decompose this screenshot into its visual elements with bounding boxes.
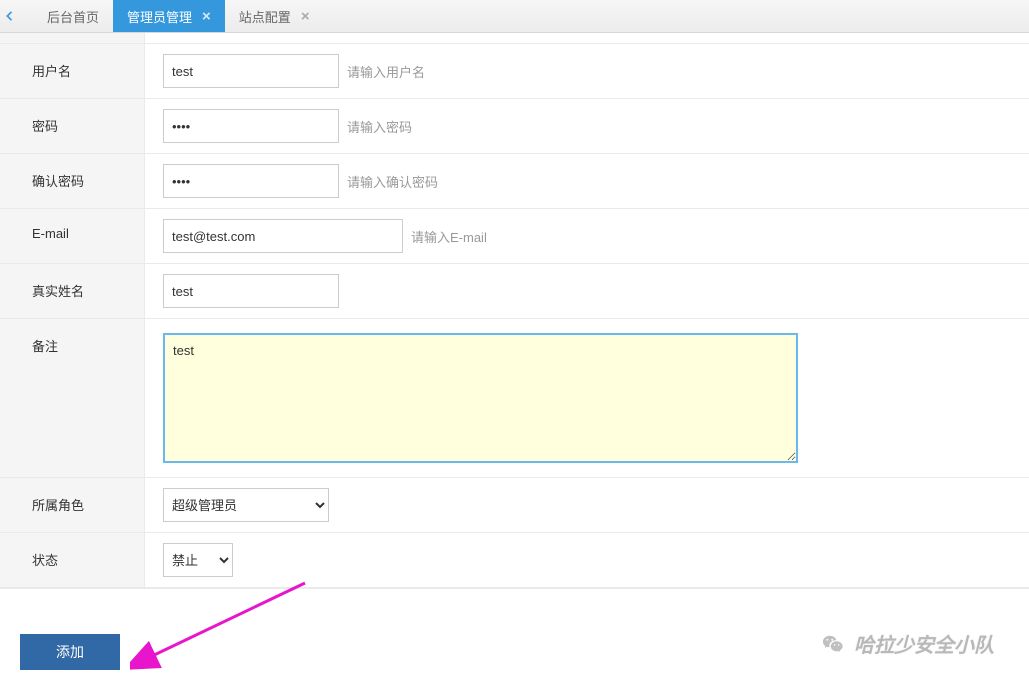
username-input[interactable]	[163, 54, 339, 88]
tabs-container: 后台首页 管理员管理 × 站点配置 ×	[33, 0, 324, 32]
realname-input[interactable]	[163, 274, 339, 308]
form-content: 超级管理员	[145, 478, 1029, 532]
form-row-realname: 真实姓名	[0, 263, 1029, 318]
tab-label: 后台首页	[47, 7, 99, 26]
confirm-password-input[interactable]	[163, 164, 339, 198]
email-input[interactable]	[163, 219, 403, 253]
watermark-text: 哈拉少安全小队	[854, 629, 994, 658]
form-label: 用户名	[0, 44, 145, 98]
close-icon[interactable]: ×	[202, 9, 211, 24]
form-content: 请输入密码	[145, 99, 1029, 153]
admin-form: 用户名 请输入用户名 密码 请输入密码 确认密码 请输入确认密码 E-mail …	[0, 33, 1029, 589]
form-content	[145, 264, 1029, 318]
tab-admin-manage[interactable]: 管理员管理 ×	[113, 0, 225, 32]
form-label: 状态	[0, 533, 145, 587]
tab-dashboard[interactable]: 后台首页	[33, 0, 113, 32]
field-hint: 请输入密码	[347, 117, 412, 136]
form-content-fragment	[145, 33, 1029, 43]
form-content: 请输入用户名	[145, 44, 1029, 98]
tab-label: 管理员管理	[127, 7, 192, 26]
form-label: 真实姓名	[0, 264, 145, 318]
role-select[interactable]: 超级管理员	[163, 488, 329, 522]
watermark: 哈拉少安全小队	[822, 629, 994, 658]
form-content: 请输入E-mail	[145, 209, 1029, 263]
form-row-header-fragment	[0, 33, 1029, 43]
sidebar-collapse-toggle[interactable]	[0, 0, 18, 32]
remark-textarea[interactable]	[163, 333, 798, 463]
chevron-left-icon	[5, 11, 13, 21]
form-row-status: 状态 禁止	[0, 532, 1029, 587]
field-hint: 请输入E-mail	[411, 227, 487, 246]
submit-button[interactable]: 添加	[20, 634, 120, 670]
form-row-password: 密码 请输入密码	[0, 98, 1029, 153]
form-row-confirm-password: 确认密码 请输入确认密码	[0, 153, 1029, 208]
form-label-fragment	[0, 33, 145, 43]
field-hint: 请输入用户名	[347, 62, 425, 81]
field-hint: 请输入确认密码	[347, 172, 438, 191]
form-content: 禁止	[145, 533, 1029, 587]
form-label: 密码	[0, 99, 145, 153]
form-label: 确认密码	[0, 154, 145, 208]
password-input[interactable]	[163, 109, 339, 143]
form-content	[145, 319, 1029, 477]
tab-site-config[interactable]: 站点配置 ×	[225, 0, 324, 32]
wechat-icon	[822, 633, 844, 655]
form-label: E-mail	[0, 209, 145, 263]
tab-label: 站点配置	[239, 7, 291, 26]
form-label: 备注	[0, 319, 145, 477]
form-label: 所属角色	[0, 478, 145, 532]
close-icon[interactable]: ×	[301, 9, 310, 24]
form-row-email: E-mail 请输入E-mail	[0, 208, 1029, 263]
tab-bar: 后台首页 管理员管理 × 站点配置 ×	[0, 0, 1029, 33]
status-select[interactable]: 禁止	[163, 543, 233, 577]
form-row-role: 所属角色 超级管理员	[0, 477, 1029, 532]
form-row-username: 用户名 请输入用户名	[0, 43, 1029, 98]
form-content: 请输入确认密码	[145, 154, 1029, 208]
form-row-remark: 备注	[0, 318, 1029, 477]
